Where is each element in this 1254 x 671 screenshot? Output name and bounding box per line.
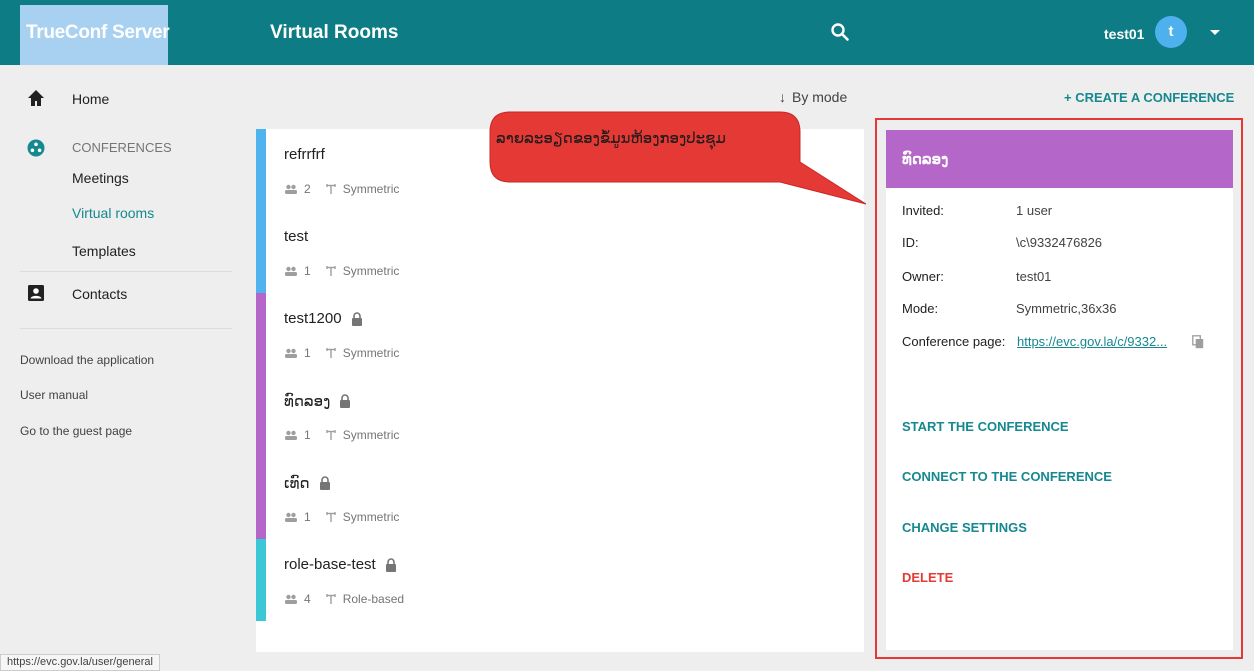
mode-icon <box>325 430 336 440</box>
page-title: Virtual Rooms <box>270 22 399 43</box>
list-item[interactable]: ເທົດ 1 Symmetric <box>256 457 864 539</box>
home-icon <box>28 90 44 106</box>
sidebar-item-meetings[interactable]: Meetings <box>72 170 129 186</box>
mode-icon <box>325 184 336 194</box>
room-name: ເທົດ <box>284 474 331 492</box>
brand-name[interactable]: TrueConf Server <box>26 22 170 44</box>
search-icon[interactable] <box>830 22 850 42</box>
room-meta: 2 Symmetric <box>284 182 399 196</box>
arrow-down-icon: ↓ <box>779 89 786 105</box>
mode-icon <box>325 266 336 276</box>
avatar[interactable]: t <box>1155 16 1187 48</box>
room-meta: 1 Symmetric <box>284 428 399 442</box>
download-app-link[interactable]: Download the application <box>20 353 154 367</box>
sort-by-mode-button[interactable]: ↓ By mode <box>779 89 847 105</box>
participants-icon <box>285 430 297 440</box>
room-name: test <box>284 228 309 245</box>
mode-icon <box>325 594 336 604</box>
sidebar-item-contacts-label[interactable]: Contacts <box>72 286 127 302</box>
participants-icon <box>285 266 297 276</box>
sidebar-item-home[interactable] <box>26 88 46 108</box>
sidebar-item-templates[interactable]: Templates <box>72 243 136 259</box>
room-meta: 1 Symmetric <box>284 264 399 278</box>
sidebar-item-virtual-rooms[interactable]: Virtual rooms <box>72 205 154 221</box>
guest-page-link[interactable]: Go to the guest page <box>20 424 132 438</box>
room-color-bar <box>256 539 266 621</box>
sidebar-item-contacts[interactable] <box>26 283 46 303</box>
room-meta: 4 Role-based <box>284 592 404 606</box>
list-item[interactable]: role-base-test 4 Role-based <box>256 539 864 621</box>
conferences-icon <box>27 139 45 157</box>
lock-icon <box>351 311 362 326</box>
participants-icon <box>285 184 297 194</box>
sidebar-item-home-label[interactable]: Home <box>72 91 109 107</box>
room-name: ທົດລອງ <box>284 392 351 410</box>
mode-icon <box>325 348 336 358</box>
mode-icon <box>325 512 336 522</box>
room-color-bar <box>256 293 266 375</box>
annotation-text: ລາຍລະອຽດຂອງຂໍ້ມູນຫ້ອງກອງປະຊຸມ <box>496 130 726 147</box>
participants-icon <box>285 348 297 358</box>
lock-icon <box>319 476 330 490</box>
list-item[interactable]: test1200 1 Symmetric <box>256 293 864 375</box>
dropdown-icon[interactable] <box>1208 26 1222 40</box>
status-bar-url: https://evc.gov.la/user/general <box>0 654 160 671</box>
create-conference-button[interactable]: + CREATE A CONFERENCE <box>1064 90 1234 105</box>
sidebar-item-conferences[interactable] <box>26 138 46 158</box>
lock-icon <box>385 557 396 572</box>
room-color-bar <box>256 457 266 539</box>
sidebar-divider <box>20 271 232 272</box>
room-meta: 1 Symmetric <box>284 346 399 360</box>
top-app-bar: TrueConf Server Virtual Rooms test01 t <box>0 0 1254 65</box>
room-meta: 1 Symmetric <box>284 510 399 524</box>
list-item[interactable]: test 1 Symmetric <box>256 211 864 293</box>
lock-icon <box>340 394 351 408</box>
sidebar-section-conferences: CONFERENCES <box>72 140 172 155</box>
room-color-bar <box>256 375 266 457</box>
sidebar-divider <box>20 328 232 329</box>
room-name: role-base-test <box>284 556 397 573</box>
participants-icon <box>285 512 297 522</box>
highlight-frame <box>875 118 1243 659</box>
room-name: test1200 <box>284 310 363 327</box>
contacts-icon <box>28 285 44 301</box>
user-manual-link[interactable]: User manual <box>20 388 88 402</box>
room-list: refrrfrf 2 Symmetric test 1 Symmetric te… <box>256 129 864 652</box>
room-name: refrrfrf <box>284 146 325 163</box>
room-color-bar <box>256 211 266 293</box>
sort-label: By mode <box>792 89 848 105</box>
list-item[interactable]: ທົດລອງ 1 Symmetric <box>256 375 864 457</box>
participants-icon <box>285 594 297 604</box>
current-user-name[interactable]: test01 <box>1104 26 1144 42</box>
room-color-bar <box>256 129 266 211</box>
